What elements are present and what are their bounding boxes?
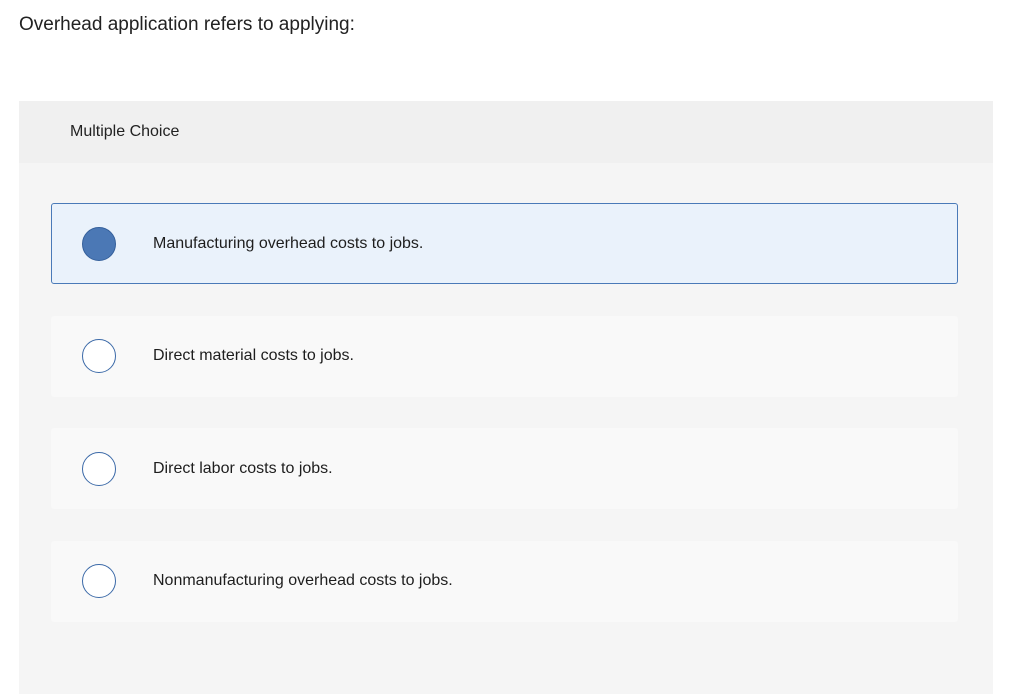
radio-empty-icon[interactable] [82, 451, 116, 486]
question-text: Overhead application refers to applying: [19, 14, 355, 35]
choice-label: Direct material costs to jobs. [153, 347, 354, 364]
choice-option-4[interactable]: Nonmanufacturing overhead costs to jobs. [51, 540, 958, 622]
choice-option-2[interactable]: Direct material costs to jobs. [51, 315, 958, 397]
radio-selected-icon[interactable] [82, 226, 116, 261]
choice-label: Nonmanufacturing overhead costs to jobs. [153, 572, 453, 589]
choice-list: Manufacturing overhead costs to jobs. Di… [51, 203, 958, 653]
choice-label: Manufacturing overhead costs to jobs. [153, 234, 424, 252]
choice-option-3[interactable]: Direct labor costs to jobs. [51, 428, 958, 509]
choice-option-1[interactable]: Manufacturing overhead costs to jobs. [51, 203, 958, 284]
panel-header: Multiple Choice [19, 101, 993, 163]
radio-empty-icon[interactable] [82, 339, 116, 373]
panel-header-title: Multiple Choice [70, 123, 180, 140]
radio-empty-icon[interactable] [82, 564, 116, 598]
choice-label: Direct labor costs to jobs. [153, 459, 333, 477]
multiple-choice-panel: Multiple Choice Manufacturing overhead c… [19, 101, 993, 694]
